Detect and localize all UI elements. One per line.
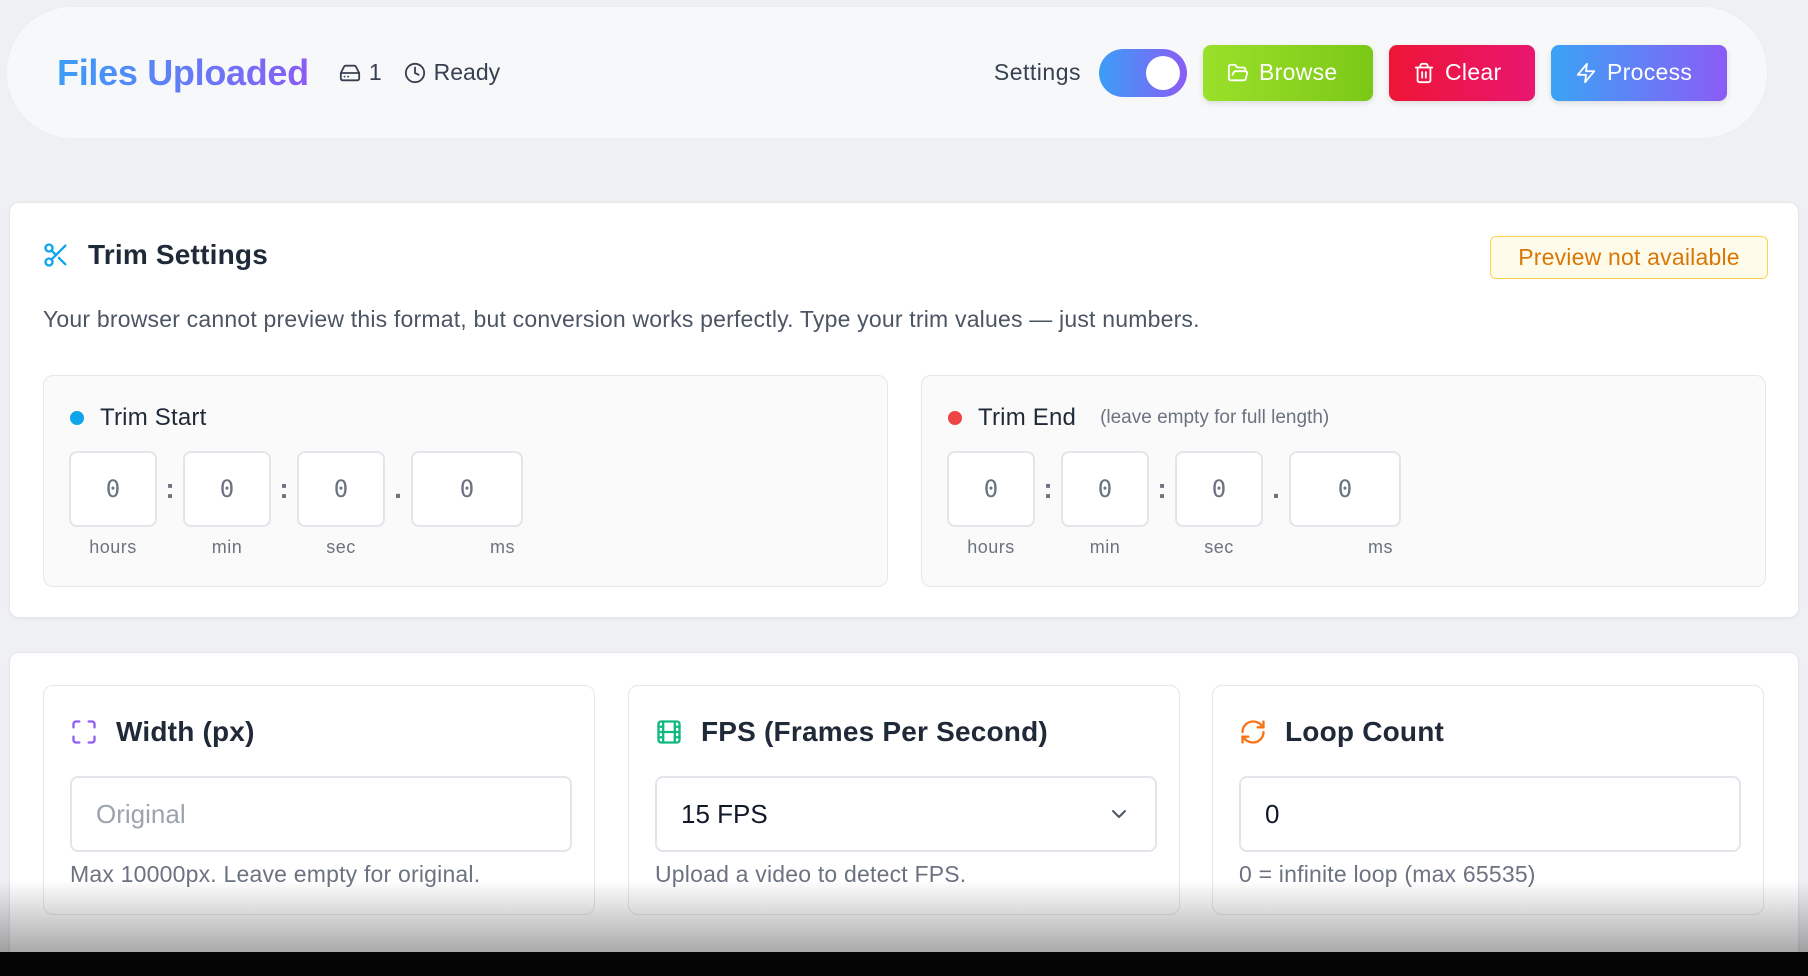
colon-separator: : [1043, 473, 1053, 504]
clear-button[interactable]: Clear [1389, 44, 1535, 101]
clock-icon [404, 62, 425, 83]
toggle-knob [1146, 55, 1180, 90]
trim-start-min-field: 0 min [183, 451, 271, 558]
status-text: Ready [433, 59, 501, 85]
bottom-fade [0, 880, 1808, 955]
trim-end-hours-input[interactable]: 0 [947, 451, 1035, 527]
trim-end-ms-input[interactable]: 0 [1289, 451, 1401, 527]
trim-end-hint: (leave empty for full length) [1100, 407, 1330, 428]
top-toolbar: Files Uploaded 1 Ready Settings Browse C… [6, 6, 1768, 139]
chevron-down-icon [1112, 810, 1126, 818]
trim-end-header: Trim End (leave empty for full length) [948, 404, 1329, 432]
trim-start-header: Trim Start [70, 404, 206, 432]
trim-end-title: Trim End [978, 404, 1077, 431]
trim-start-time: 0 hours : 0 min : 0 sec . 0 ms [69, 451, 523, 558]
hard-drive-icon [339, 64, 360, 81]
browse-label: Browse [1259, 59, 1338, 85]
colon-separator: : [279, 473, 289, 504]
trim-start-hours-field: 0 hours [69, 451, 157, 558]
width-input[interactable]: Original [70, 776, 572, 852]
trim-start-min-input[interactable]: 0 [183, 451, 271, 527]
trim-settings-card: Trim Settings Preview not available Your… [9, 202, 1799, 618]
trim-start-title: Trim Start [100, 404, 207, 431]
trim-start-hours-input[interactable]: 0 [69, 451, 157, 527]
bottom-edge [0, 952, 1808, 976]
dot-separator: . [1272, 473, 1280, 504]
expand-icon [72, 720, 96, 744]
width-title: Width (px) [116, 716, 255, 747]
loop-title: Loop Count [1285, 716, 1445, 747]
fps-header: FPS (Frames Per Second) [655, 716, 1048, 748]
hours-label: hours [967, 537, 1015, 557]
trim-end-hours-field: 0 hours [947, 451, 1035, 558]
trim-start-ms-field: 0 ms [411, 451, 523, 558]
fps-title: FPS (Frames Per Second) [701, 716, 1048, 747]
scissors-icon [44, 243, 67, 267]
process-label: Process [1607, 59, 1693, 85]
trim-end-ms-field: 0 ms [1289, 451, 1401, 558]
dot-separator: . [394, 473, 402, 504]
trim-end-panel: Trim End (leave empty for full length) 0… [921, 375, 1766, 587]
trim-end-dot [948, 411, 962, 425]
trim-start-panel: Trim Start 0 hours : 0 min : 0 sec . 0 m… [43, 375, 888, 587]
width-header: Width (px) [70, 716, 255, 748]
preview-status-badge: Preview not available [1490, 236, 1768, 279]
process-button[interactable]: Process [1551, 44, 1727, 101]
trim-start-sec-field: 0 sec [297, 451, 385, 558]
trim-end-time: 0 hours : 0 min : 0 sec . 0 ms [947, 451, 1401, 558]
file-count-stat: 1 [339, 59, 382, 86]
fps-selected-value: 15 FPS [681, 798, 768, 829]
lightning-icon [1576, 62, 1596, 83]
file-count: 1 [368, 59, 382, 85]
colon-separator: : [165, 473, 175, 504]
loop-count-input[interactable]: 0 [1239, 776, 1741, 852]
trim-start-ms-input[interactable]: 0 [411, 451, 523, 527]
trim-end-sec-field: 0 sec [1175, 451, 1263, 558]
clear-label: Clear [1445, 59, 1502, 85]
settings-toggle[interactable] [1099, 48, 1187, 97]
ms-label: ms [490, 537, 515, 557]
page-title: Files Uploaded [57, 51, 309, 93]
trim-settings-title: Trim Settings [88, 239, 268, 270]
hours-label: hours [89, 537, 137, 557]
trim-end-sec-input[interactable]: 0 [1175, 451, 1263, 527]
trim-start-sec-input[interactable]: 0 [297, 451, 385, 527]
sec-label: sec [326, 537, 356, 557]
trim-end-min-input[interactable]: 0 [1061, 451, 1149, 527]
trim-start-dot [70, 411, 84, 425]
trim-settings-header: Trim Settings [42, 239, 268, 271]
browse-button[interactable]: Browse [1203, 44, 1373, 101]
settings-label: Settings [993, 59, 1081, 85]
trash-icon [1414, 62, 1434, 83]
folder-open-icon [1227, 63, 1249, 81]
sec-label: sec [1204, 537, 1234, 557]
loop-header: Loop Count [1239, 716, 1444, 748]
min-label: min [1089, 537, 1121, 557]
colon-separator: : [1157, 473, 1167, 504]
ms-label: ms [1368, 537, 1393, 557]
refresh-icon [1241, 720, 1265, 744]
fps-select[interactable]: 15 FPS [655, 776, 1157, 852]
toolbar-actions: Settings Browse Clear Process [993, 44, 1727, 101]
trim-end-min-field: 0 min [1061, 451, 1149, 558]
status-stat: Ready [404, 59, 500, 86]
film-icon [657, 720, 681, 744]
min-label: min [211, 537, 243, 557]
trim-description: Your browser cannot preview this format,… [43, 306, 1200, 332]
